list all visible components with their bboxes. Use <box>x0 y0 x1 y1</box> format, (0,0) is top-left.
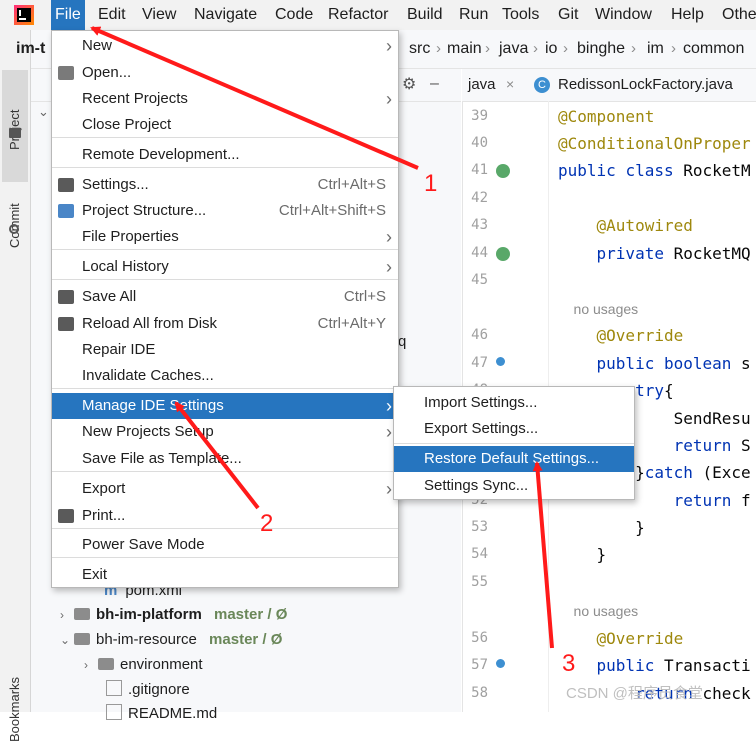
arrow-2 <box>174 401 260 510</box>
annotation-arrows <box>90 26 554 649</box>
arrow-3 <box>532 461 554 649</box>
annotation-label-2: 2 <box>260 510 274 537</box>
annotation-label-3: 3 <box>562 650 576 677</box>
watermark: CSDN @程序员食堂 <box>566 685 703 702</box>
annotation-label-1: 1 <box>424 170 438 197</box>
arrow-1 <box>90 26 419 170</box>
